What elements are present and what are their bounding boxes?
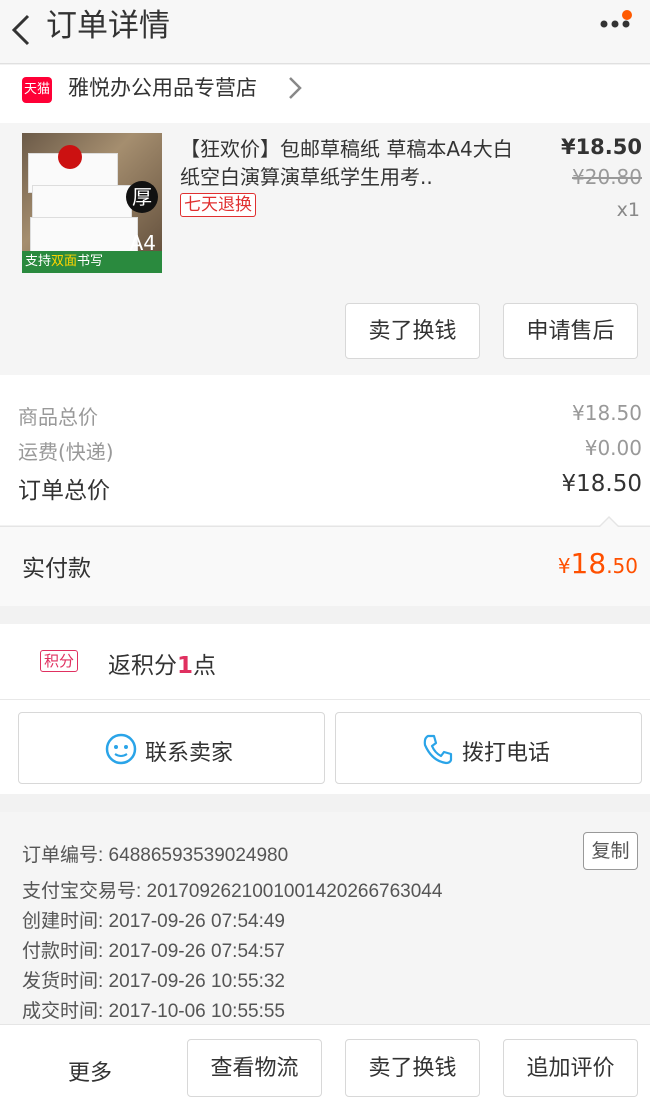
copy-button[interactable]: 复制	[583, 832, 638, 870]
page-title: 订单详情	[46, 8, 170, 44]
top-nav-bar: 订单详情	[0, 0, 650, 64]
call-phone-button[interactable]: 拨打电话	[335, 712, 642, 784]
thumb-thick-badge: 厚	[126, 181, 158, 213]
alipay-trade-number: 支付宝交易号: 2017092621001001420266763044	[22, 881, 443, 902]
contact-section: 联系卖家 拨打电话	[0, 700, 650, 794]
product-title[interactable]: 【狂欢价】包邮草稿纸 草稿本A4大白纸空白演算演草纸学生用考..	[180, 135, 515, 191]
points-row: 积分 返积分1点	[0, 624, 650, 700]
seven-day-return-badge: 七天退换	[180, 193, 256, 217]
points-text: 返积分1点	[108, 653, 217, 679]
view-logistics-button[interactable]: 查看物流	[187, 1039, 322, 1097]
call-phone-label: 拨打电话	[462, 741, 551, 766]
more-menu-button[interactable]	[596, 10, 636, 36]
goods-total-value: ¥18.50	[572, 401, 642, 425]
add-review-button[interactable]: 追加评价	[503, 1039, 638, 1097]
rose-decoration	[58, 145, 82, 169]
product-card[interactable]: 厚 A4 支持双面书写 【狂欢价】包邮草稿纸 草稿本A4大白纸空白演算演草纸学生…	[0, 123, 650, 375]
shipped-time: 发货时间: 2017-09-26 10:55:32	[22, 971, 285, 992]
phone-icon	[423, 734, 453, 765]
actual-payment-label: 实付款	[22, 556, 91, 582]
price-summary: 商品总价 ¥18.50 运费(快递) ¥0.00 订单总价 ¥18.50	[0, 375, 650, 525]
sell-for-cash-button[interactable]: 卖了换钱	[345, 303, 480, 359]
order-total-value: ¥18.50	[561, 471, 642, 497]
chat-bubble-icon	[105, 733, 137, 765]
shop-name[interactable]: 雅悦办公用品专营店	[68, 73, 257, 103]
chevron-left-icon[interactable]	[6, 10, 36, 50]
original-price: ¥20.80	[572, 165, 642, 189]
quantity: x1	[616, 199, 640, 221]
tmall-icon: 天猫	[22, 77, 52, 103]
after-sale-button[interactable]: 申请售后	[503, 303, 638, 359]
order-info-section: 订单编号: 64886593539024980 复制 支付宝交易号: 20170…	[0, 812, 650, 1024]
notification-dot	[622, 10, 632, 20]
shop-row[interactable]: 天猫 雅悦办公用品专营店	[0, 65, 650, 123]
completed-time: 成交时间: 2017-10-06 10:55:55	[22, 1001, 285, 1022]
order-total-label: 订单总价	[18, 478, 110, 504]
product-price: ¥18.50	[560, 135, 642, 159]
thumb-caption: 支持双面书写	[22, 251, 162, 273]
order-number: 订单编号: 64886593539024980	[22, 845, 289, 866]
sell-for-cash-footer-button[interactable]: 卖了换钱	[345, 1039, 480, 1097]
actual-payment-value: ¥18.50	[557, 547, 638, 580]
created-time: 创建时间: 2017-09-26 07:54:49	[22, 911, 285, 932]
paid-time: 付款时间: 2017-09-26 07:54:57	[22, 941, 285, 962]
chevron-right-icon	[289, 77, 302, 99]
more-button[interactable]: 更多	[68, 1055, 112, 1087]
shipping-value: ¥0.00	[584, 436, 642, 460]
shipping-label: 运费(快递)	[18, 440, 114, 464]
points-badge: 积分	[40, 650, 79, 672]
product-thumbnail[interactable]: 厚 A4 支持双面书写	[22, 133, 162, 273]
goods-total-label: 商品总价	[18, 405, 98, 429]
actual-payment-row: 实付款 ¥18.50	[0, 516, 650, 606]
bottom-action-bar: 更多 查看物流 卖了换钱 追加评价	[0, 1024, 650, 1112]
contact-seller-button[interactable]: 联系卖家	[18, 712, 325, 784]
contact-seller-label: 联系卖家	[145, 741, 234, 766]
